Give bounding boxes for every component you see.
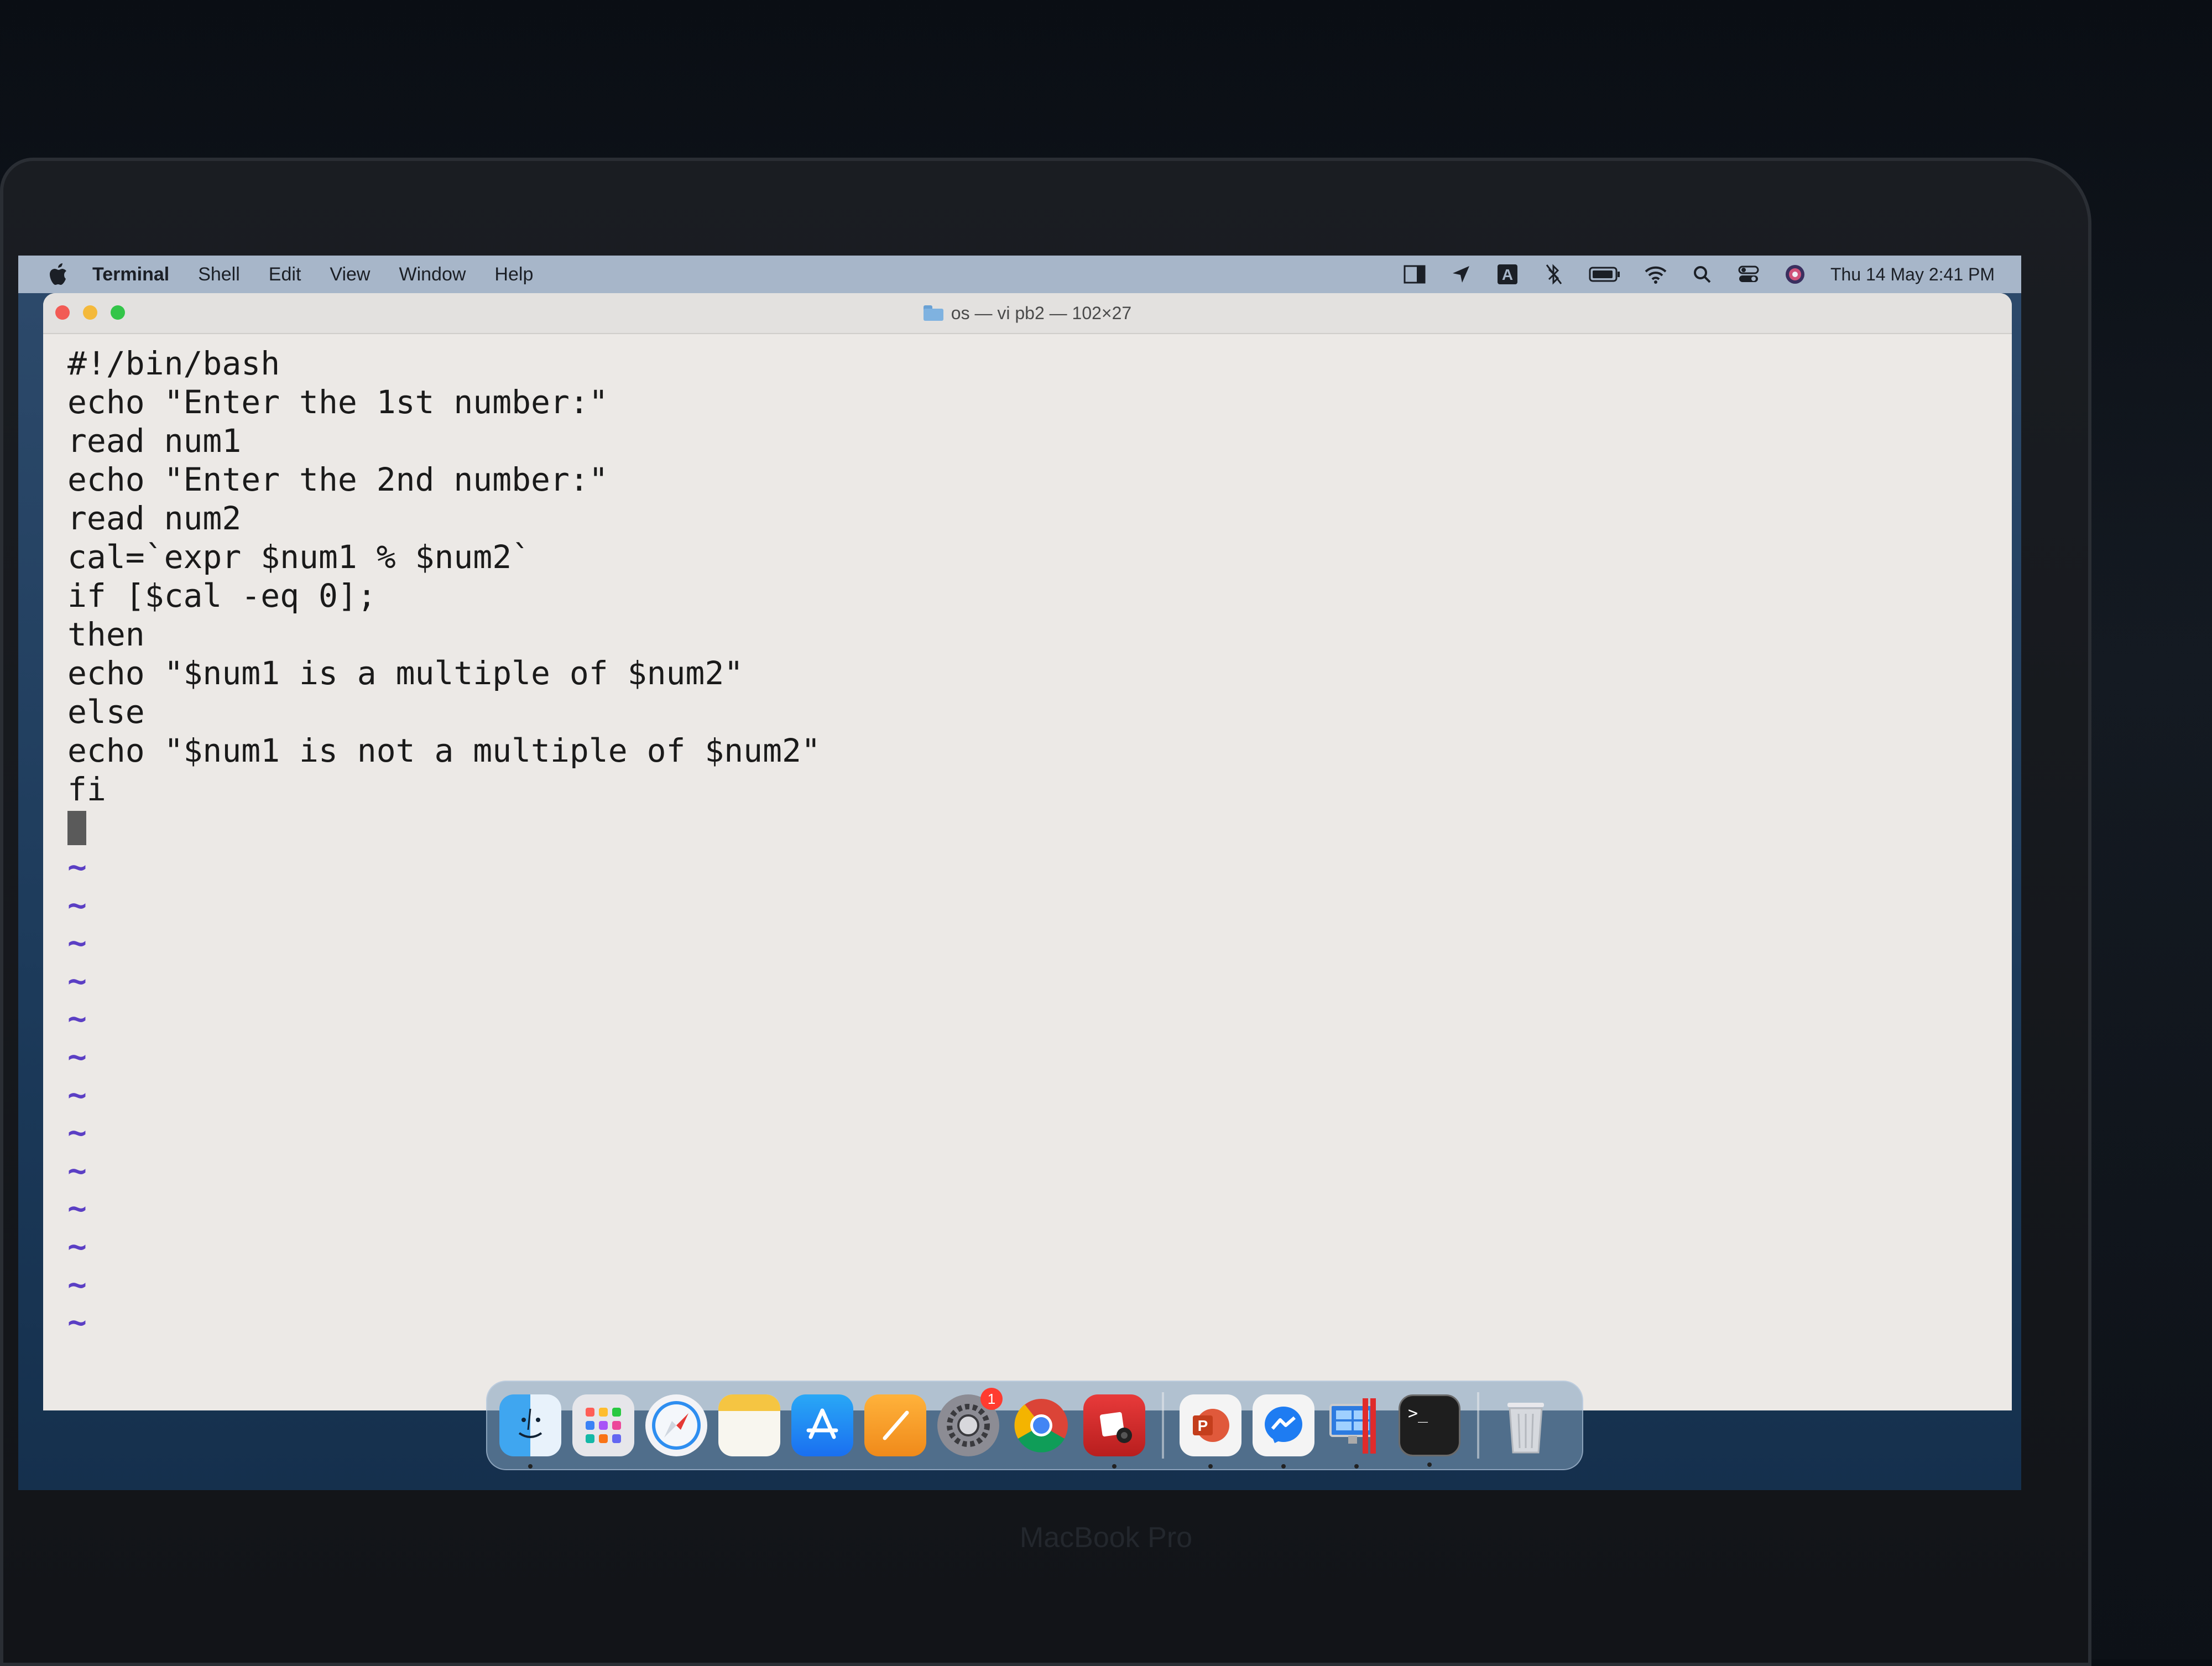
code-line: echo "Enter the 2nd number:": [67, 461, 608, 498]
empty-line-tilde: ~: [67, 1113, 87, 1152]
remote-desktop-icon[interactable]: [1326, 1394, 1387, 1469]
window-titlebar[interactable]: os — vi pb2 — 102×27: [43, 293, 2012, 334]
menu-terminal[interactable]: Terminal: [92, 264, 169, 285]
menu-bar-clock[interactable]: Thu 14 May 2:41 PM: [1830, 264, 1995, 285]
terminal-window: os — vi pb2 — 102×27 #!/bin/bash echo "E…: [43, 293, 2012, 1410]
code-line: else: [67, 693, 145, 731]
chrome-icon[interactable]: [1010, 1394, 1072, 1456]
menu-shell[interactable]: Shell: [198, 264, 240, 285]
dock-separator: [1477, 1392, 1479, 1459]
device-label: MacBook Pro: [1019, 1522, 1193, 1554]
battery-icon[interactable]: [1588, 262, 1621, 287]
empty-line-tilde: ~: [67, 1303, 87, 1341]
notes-icon[interactable]: [718, 1394, 780, 1456]
notification-badge: 1: [980, 1388, 1003, 1410]
finder-icon[interactable]: [499, 1394, 561, 1469]
code-line: echo "$num1 is not a multiple of $num2": [67, 732, 821, 769]
empty-line-tilde: ~: [67, 1189, 87, 1227]
empty-line-tilde: ~: [67, 848, 87, 886]
menu-bar: Terminal Shell Edit View Window Help A T…: [18, 256, 2021, 293]
terminal-prompt-glyph: >_: [1408, 1404, 1428, 1423]
cursor-line: [67, 809, 2012, 847]
empty-line-tilde: ~: [67, 924, 87, 962]
menu-edit[interactable]: Edit: [269, 264, 301, 285]
sidebar-toggle-icon[interactable]: [1402, 262, 1427, 287]
menu-help[interactable]: Help: [494, 264, 533, 285]
zoom-window-button[interactable]: [111, 305, 125, 320]
dock: 1 P >_: [486, 1381, 1583, 1470]
spotlight-search-icon[interactable]: [1690, 262, 1714, 287]
status-menus: A Thu 14 May 2:41 PM: [1380, 256, 1995, 293]
wifi-icon[interactable]: [1644, 262, 1668, 287]
folder-icon: [923, 305, 943, 321]
menu-window[interactable]: Window: [399, 264, 466, 285]
code-line: echo "$num1 is a multiple of $num2": [67, 654, 744, 692]
empty-line-tilde: ~: [67, 961, 87, 999]
terminal-icon[interactable]: >_: [1399, 1394, 1460, 1467]
window-title-text: os — vi pb2 — 102×27: [951, 303, 1132, 323]
empty-line-tilde: ~: [67, 1075, 87, 1113]
menu-view[interactable]: View: [330, 264, 370, 285]
code-line: cal=`expr $num1 % $num2`: [67, 538, 531, 576]
empty-line-tilde: ~: [67, 1227, 87, 1265]
powerpoint-glyph: P: [1198, 1417, 1208, 1434]
empty-line-tilde: ~: [67, 886, 87, 924]
empty-line-tilde: ~: [67, 1151, 87, 1189]
vi-editor-buffer[interactable]: #!/bin/bash echo "Enter the 1st number:"…: [43, 334, 2012, 1341]
pages-icon[interactable]: [864, 1394, 926, 1456]
app-store-icon[interactable]: [791, 1394, 853, 1456]
screen: Terminal Shell Edit View Window Help A T…: [18, 256, 2021, 1490]
close-window-button[interactable]: [55, 305, 70, 320]
bluetooth-off-icon[interactable]: [1542, 262, 1566, 287]
apple-menu-icon[interactable]: [46, 261, 70, 288]
input-source-icon[interactable]: A: [1495, 262, 1520, 287]
location-arrow-icon[interactable]: [1449, 262, 1473, 287]
svg-text:A: A: [1502, 266, 1513, 283]
safari-icon[interactable]: [645, 1394, 707, 1456]
code-line: read num1: [67, 422, 242, 460]
window-title: os — vi pb2 — 102×27: [923, 303, 1132, 324]
empty-line-tilde: ~: [67, 1037, 87, 1075]
code-line: fi: [67, 770, 106, 808]
empty-line-tilde: ~: [67, 1265, 87, 1303]
launchpad-icon[interactable]: [572, 1394, 634, 1456]
text-cursor: [67, 811, 86, 845]
code-line: then: [67, 616, 145, 653]
empty-line-tilde: ~: [67, 999, 87, 1038]
photo-booth-icon[interactable]: [1083, 1394, 1145, 1469]
trash-icon[interactable]: [1495, 1394, 1557, 1456]
control-center-icon[interactable]: [1736, 262, 1761, 287]
dock-separator: [1162, 1392, 1164, 1459]
code-line: echo "Enter the 1st number:": [67, 383, 608, 421]
powerpoint-icon[interactable]: P: [1180, 1394, 1241, 1469]
messenger-icon[interactable]: [1253, 1394, 1314, 1469]
minimize-window-button[interactable]: [83, 305, 97, 320]
siri-icon[interactable]: [1783, 262, 1807, 287]
window-controls: [55, 305, 138, 320]
code-line: #!/bin/bash: [67, 345, 280, 382]
code-line: if [$cal -eq 0];: [67, 577, 377, 615]
system-preferences-icon[interactable]: 1: [937, 1388, 1003, 1456]
code-line: read num2: [67, 499, 242, 537]
